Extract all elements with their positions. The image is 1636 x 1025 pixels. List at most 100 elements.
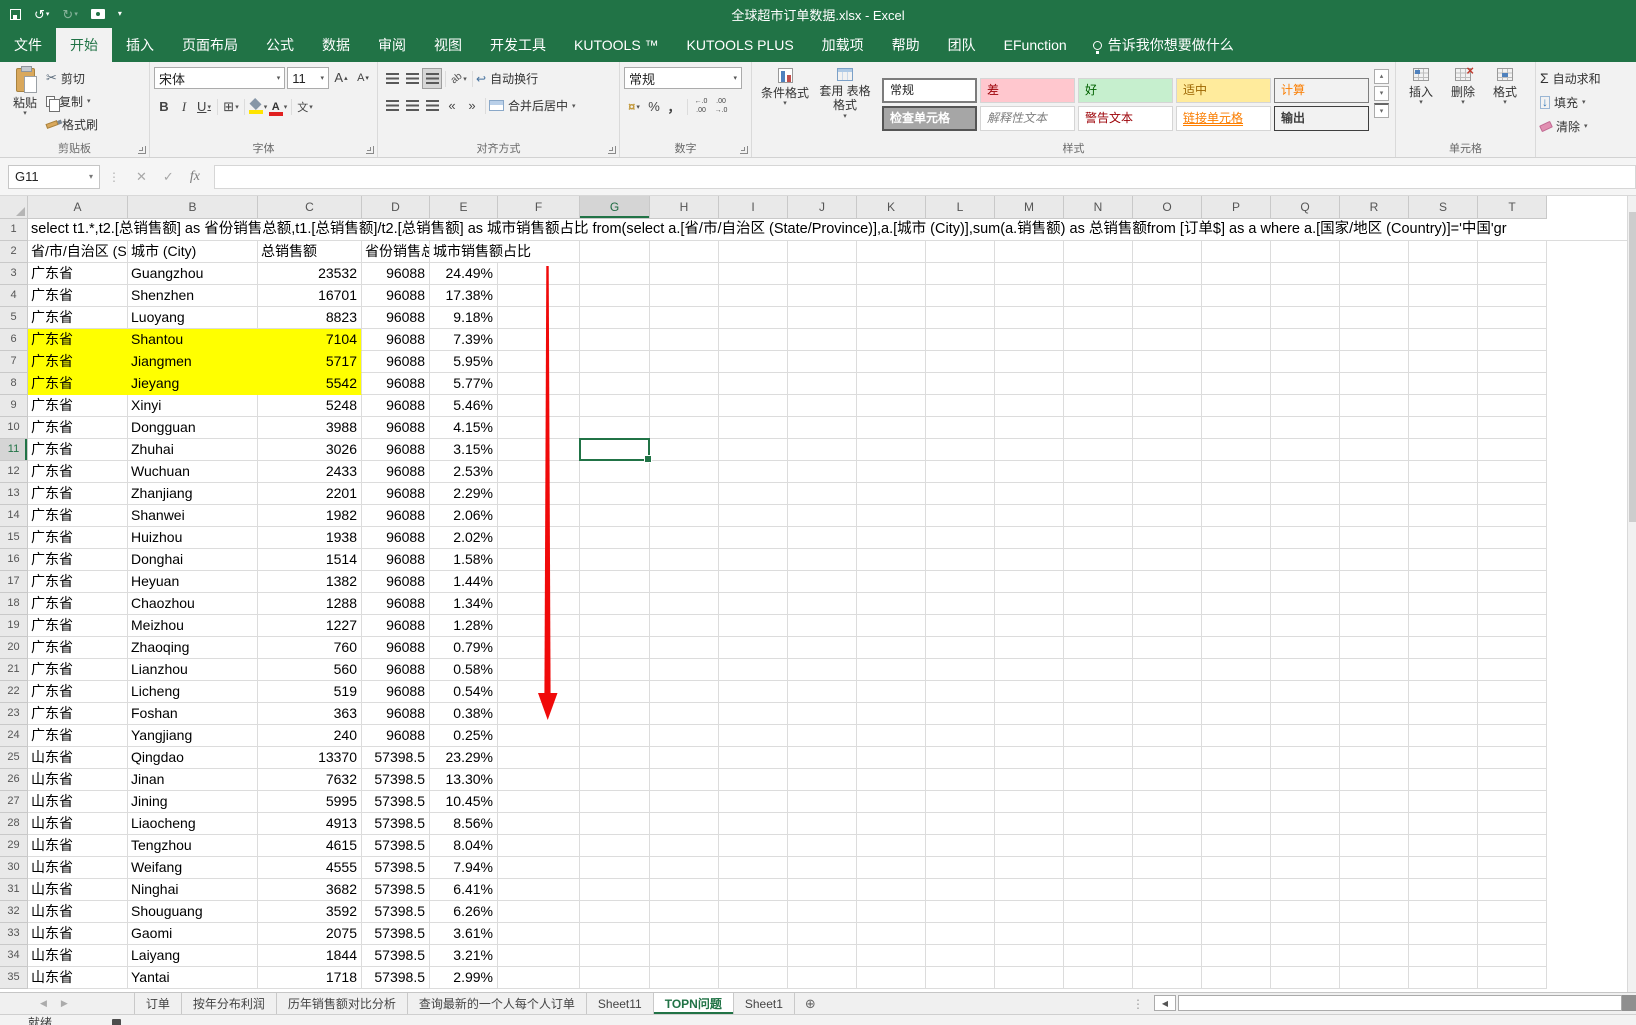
cell-province[interactable]: 山东省 (28, 747, 128, 769)
empty-filler[interactable] (1547, 505, 1627, 527)
italic-button[interactable]: I (174, 96, 194, 117)
cell-city[interactable]: Tengzhou (128, 835, 258, 857)
empty-cell[interactable] (857, 285, 926, 307)
empty-cell[interactable] (1133, 461, 1202, 483)
empty-cell[interactable] (788, 505, 857, 527)
empty-cell[interactable] (857, 923, 926, 945)
empty-cell[interactable] (1409, 769, 1478, 791)
row-header-3[interactable]: 3 (0, 263, 28, 285)
row-header-27[interactable]: 27 (0, 791, 28, 813)
empty-cell[interactable] (1271, 527, 1340, 549)
empty-cell[interactable] (1271, 241, 1340, 263)
cell-city[interactable]: Zhanjiang (128, 483, 258, 505)
decrease-indent-icon[interactable]: « (442, 95, 462, 116)
sql-formula-cell[interactable]: select t1.*,t2.[总销售额] as 省份销售总额,t1.[总销售额… (28, 219, 1627, 241)
underline-button[interactable]: U ▾ (194, 96, 214, 117)
insert-function-icon[interactable]: fx (190, 169, 200, 185)
empty-cell[interactable] (1340, 615, 1409, 637)
empty-cell[interactable] (788, 483, 857, 505)
cell-province-total[interactable]: 57398.5 (362, 747, 430, 769)
empty-cell[interactable] (1409, 483, 1478, 505)
empty-cell[interactable] (1271, 901, 1340, 923)
insert-cells-button[interactable]: 插入 ▾ (1400, 65, 1442, 141)
empty-cell[interactable] (995, 791, 1064, 813)
empty-cell[interactable] (1133, 373, 1202, 395)
empty-cell[interactable] (1064, 417, 1133, 439)
empty-cell[interactable] (1271, 637, 1340, 659)
empty-cell[interactable] (1478, 527, 1547, 549)
cell-share[interactable]: 2.53% (430, 461, 498, 483)
empty-cell[interactable] (650, 835, 719, 857)
empty-cell[interactable] (1202, 813, 1271, 835)
empty-cell[interactable] (1133, 681, 1202, 703)
empty-cell[interactable] (1202, 461, 1271, 483)
empty-cell[interactable] (1340, 593, 1409, 615)
cell-share[interactable]: 1.34% (430, 593, 498, 615)
empty-cell[interactable] (1202, 637, 1271, 659)
cell-province-total[interactable]: 96088 (362, 351, 430, 373)
empty-cell[interactable] (1133, 703, 1202, 725)
empty-cell[interactable] (926, 351, 995, 373)
cell-city[interactable]: Chaozhou (128, 593, 258, 615)
empty-cell[interactable] (1064, 615, 1133, 637)
empty-cell[interactable] (857, 615, 926, 637)
cell-share[interactable]: 24.49% (430, 263, 498, 285)
empty-cell[interactable] (1202, 285, 1271, 307)
horizontal-scrollbar-thumb[interactable] (1178, 995, 1622, 1011)
empty-cell[interactable] (1133, 571, 1202, 593)
column-header-N[interactable]: N (1064, 196, 1133, 219)
cell-province-total[interactable]: 96088 (362, 395, 430, 417)
empty-cell[interactable] (788, 813, 857, 835)
empty-cell[interactable] (1409, 505, 1478, 527)
empty-cell[interactable] (1409, 593, 1478, 615)
empty-cell[interactable] (719, 967, 788, 989)
empty-cell[interactable] (1409, 329, 1478, 351)
empty-cell[interactable] (580, 791, 650, 813)
empty-cell[interactable] (857, 703, 926, 725)
cell-share[interactable]: 10.45% (430, 791, 498, 813)
empty-cell[interactable] (580, 659, 650, 681)
sheet-tab-订单[interactable]: 订单 (133, 993, 181, 1014)
cell-total[interactable]: 1844 (258, 945, 362, 967)
empty-filler[interactable] (1547, 681, 1627, 703)
empty-cell[interactable] (650, 351, 719, 373)
header-cell-share[interactable]: 城市销售额占比 (430, 241, 580, 263)
vertical-scrollbar-thumb[interactable] (1629, 212, 1636, 522)
empty-cell[interactable] (1064, 813, 1133, 835)
select-all-corner[interactable] (0, 196, 28, 219)
cell-city[interactable]: Shouguang (128, 901, 258, 923)
empty-filler[interactable] (1547, 791, 1627, 813)
empty-cell[interactable] (1133, 505, 1202, 527)
empty-cell[interactable] (995, 967, 1064, 989)
empty-cell[interactable] (1133, 901, 1202, 923)
cell-total[interactable]: 1288 (258, 593, 362, 615)
empty-cell[interactable] (1271, 263, 1340, 285)
empty-cell[interactable] (788, 857, 857, 879)
empty-cell[interactable] (857, 351, 926, 373)
cell-city[interactable]: Weifang (128, 857, 258, 879)
empty-cell[interactable] (719, 901, 788, 923)
empty-cell[interactable] (1340, 945, 1409, 967)
cell-total[interactable]: 5717 (258, 351, 362, 373)
vertical-scrollbar[interactable] (1627, 196, 1636, 992)
empty-cell[interactable] (926, 483, 995, 505)
empty-cell[interactable] (1271, 395, 1340, 417)
empty-cell[interactable] (1202, 747, 1271, 769)
empty-cell[interactable] (1064, 857, 1133, 879)
empty-cell[interactable] (1409, 395, 1478, 417)
empty-cell[interactable] (995, 879, 1064, 901)
cell-province-total[interactable]: 96088 (362, 285, 430, 307)
empty-cell[interactable] (788, 285, 857, 307)
empty-cell[interactable] (719, 681, 788, 703)
font-family-select[interactable]: 宋体 ▾ (154, 67, 286, 89)
empty-cell[interactable] (857, 549, 926, 571)
row-header-21[interactable]: 21 (0, 659, 28, 681)
align-left-icon[interactable] (382, 95, 402, 116)
empty-cell[interactable] (580, 571, 650, 593)
hscroll-left-icon[interactable]: ◀ (1154, 995, 1176, 1011)
empty-cell[interactable] (926, 725, 995, 747)
empty-cell[interactable] (1064, 967, 1133, 989)
empty-cell[interactable] (788, 549, 857, 571)
empty-cell[interactable] (650, 241, 719, 263)
empty-cell[interactable] (926, 879, 995, 901)
